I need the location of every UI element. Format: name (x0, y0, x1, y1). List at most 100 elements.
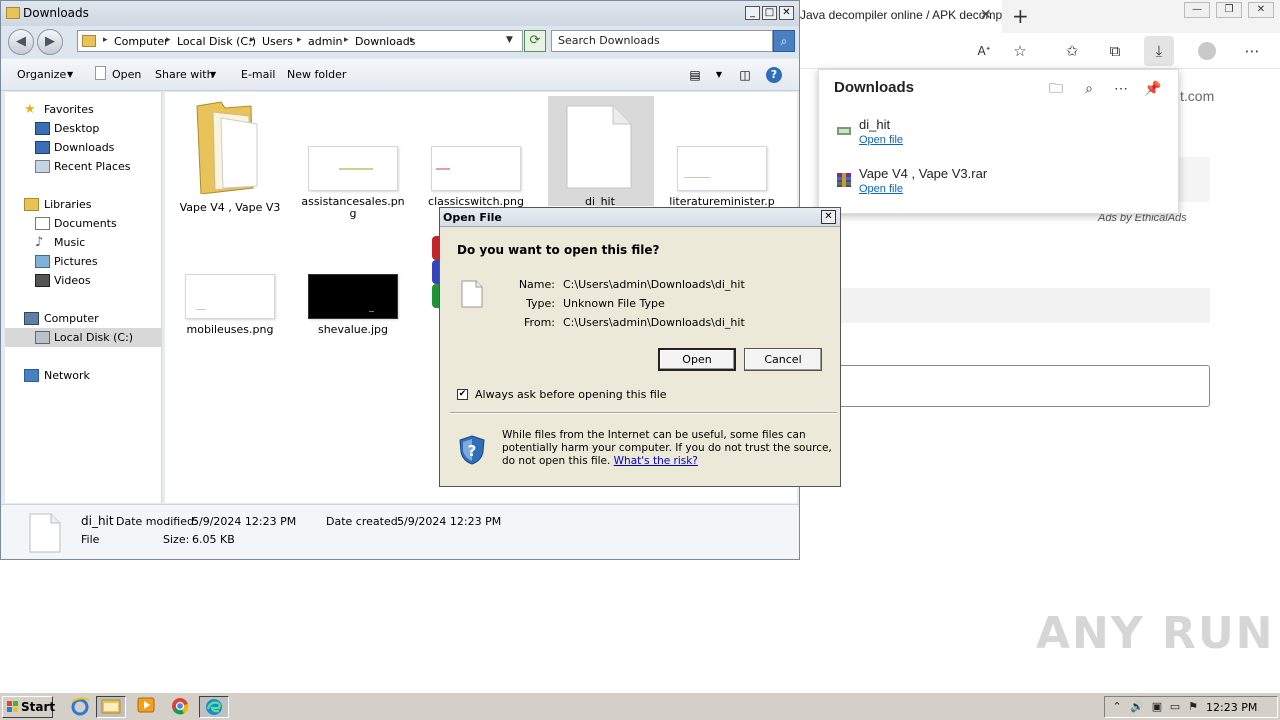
file-item[interactable]: assistancesales.png (298, 98, 408, 228)
volume-icon[interactable]: 🔊 (1130, 700, 1144, 714)
view-options-icon[interactable]: ▤ (687, 67, 703, 83)
close-icon[interactable]: ✕ (779, 6, 794, 20)
search-icon[interactable]: ⌕ (773, 30, 795, 52)
dialog-close-icon[interactable]: ✕ (821, 210, 836, 224)
search-input[interactable]: Search Downloads (551, 30, 773, 52)
chevron-right-icon[interactable]: ▸ (250, 35, 255, 45)
nav-local-disk[interactable]: Local Disk (C:) (5, 328, 162, 347)
nav-downloads[interactable]: Downloads (5, 138, 162, 157)
file-item[interactable]: Vape V4 , Vape V3 (175, 98, 285, 218)
breadcrumb-downloads[interactable]: Downloads (355, 35, 415, 48)
nav-label: Local Disk (C:) (54, 331, 134, 344)
nav-desktop[interactable]: Desktop (5, 119, 162, 138)
breadcrumb-local-disk[interactable]: Local Disk (C:) (177, 35, 256, 48)
nav-network[interactable]: Network (5, 366, 162, 385)
always-ask-checkbox[interactable]: ✔ (457, 389, 468, 400)
chevron-down-icon[interactable]: ▼ (506, 35, 513, 45)
file-item[interactable]: mobileuses.png (175, 226, 285, 336)
download-item[interactable]: Vape V4 , Vape V3.rar Open file (834, 166, 1164, 202)
open-button[interactable]: Open (658, 348, 736, 371)
open-file-link[interactable]: Open file (859, 134, 903, 146)
network-icon[interactable]: ▣ (1150, 700, 1164, 714)
tab-close-icon[interactable]: ✕ (980, 6, 992, 23)
breadcrumb-admin[interactable]: admin (308, 35, 342, 48)
dialog-titlebar[interactable]: Open File ✕ (440, 208, 840, 227)
file-item[interactable]: shevalue.jpg (298, 226, 408, 336)
internet-explorer-icon[interactable] (65, 696, 95, 718)
organize-button[interactable]: Organize (17, 68, 66, 81)
collections-icon[interactable]: ⧉ (1105, 41, 1125, 61)
file-explorer-icon[interactable] (96, 696, 126, 718)
details-file-name: di_hit (81, 514, 114, 528)
browser-close-icon[interactable]: ✕ (1248, 2, 1274, 18)
edge-icon[interactable] (199, 696, 229, 718)
favorites-icon[interactable]: ✩ (1062, 41, 1082, 61)
nav-music[interactable]: ♪ Music (5, 233, 162, 252)
add-favorite-icon[interactable]: ☆ (1010, 41, 1030, 61)
page-upload-box[interactable] (836, 365, 1210, 407)
explorer-titlebar[interactable]: Downloads _ □ ✕ (1, 1, 799, 26)
download-item[interactable]: di_hit Open file (834, 117, 1164, 153)
browser-restore-icon[interactable]: ❐ (1216, 2, 1242, 18)
new-tab-icon[interactable]: + (1012, 4, 1029, 28)
browser-tab[interactable]: Java decompiler online / APK decompiler … (796, 0, 1002, 33)
chrome-icon[interactable] (165, 696, 195, 718)
pin-icon[interactable]: 📌 (1144, 79, 1162, 97)
more-options-icon[interactable]: ⋯ (1112, 79, 1130, 97)
nav-libraries[interactable]: Libraries (5, 195, 162, 214)
nav-recent-places[interactable]: Recent Places (5, 157, 162, 176)
browser-minimize-icon[interactable]: — (1184, 2, 1210, 18)
breadcrumb-users[interactable]: Users (262, 35, 293, 48)
whats-the-risk-link[interactable]: What's the risk? (614, 455, 698, 467)
open-file-link[interactable]: Open file (859, 183, 903, 195)
cancel-button[interactable]: Cancel (744, 348, 822, 371)
breadcrumb-computer[interactable]: Computer (114, 35, 169, 48)
help-icon[interactable]: ? (766, 67, 782, 83)
maximize-icon[interactable]: □ (762, 6, 777, 20)
back-arrow-icon[interactable]: ◀ (8, 29, 34, 55)
profile-avatar-icon[interactable] (1198, 42, 1216, 60)
nav-documents[interactable]: Documents (5, 214, 162, 233)
nav-label: Downloads (54, 141, 115, 154)
chevron-right-icon[interactable]: ▸ (166, 35, 171, 45)
refresh-icon[interactable]: ⟳ (524, 30, 546, 52)
search-icon[interactable]: ⌕ (1080, 79, 1098, 97)
details-pane: di_hit Date modified: 5/9/2024 12:23 PM … (1, 504, 799, 559)
chevron-right-icon[interactable]: ▸ (297, 35, 302, 45)
file-item[interactable]: classicswitch.png (421, 98, 531, 218)
chevron-down-icon[interactable]: ▼ (67, 70, 73, 79)
nav-pictures[interactable]: Pictures (5, 252, 162, 271)
minimize-icon[interactable]: _ (745, 6, 760, 20)
display-icon[interactable]: ▭ (1168, 700, 1182, 714)
clock[interactable]: 12:23 PM (1206, 701, 1257, 714)
downloads-icon[interactable]: ⤓ (1144, 36, 1174, 66)
forward-arrow-icon[interactable]: ▶ (37, 29, 63, 55)
chevron-down-icon[interactable]: ▼ (711, 67, 727, 83)
chevron-right-icon[interactable]: ▸ (103, 35, 108, 45)
preview-pane-icon[interactable]: ◫ (737, 67, 753, 83)
read-aloud-icon[interactable]: Aᐩ (974, 41, 994, 61)
email-button[interactable]: E-mail (241, 68, 276, 81)
name-label: Name: (518, 278, 555, 291)
new-folder-button[interactable]: New folder (287, 68, 346, 81)
address-box[interactable]: ▸ Computer ▸ Local Disk (C:) ▸ Users ▸ a… (77, 30, 523, 52)
videos-icon (35, 274, 50, 287)
start-button[interactable]: Start (2, 696, 55, 718)
share-with-button[interactable]: Share with (155, 68, 214, 81)
file-item-selected[interactable]: di_hit (545, 98, 655, 218)
file-item[interactable]: literatureminister.p (667, 98, 777, 218)
chevron-down-icon[interactable]: ▼ (210, 70, 216, 79)
nav-computer[interactable]: Computer (5, 309, 162, 328)
chevron-right-icon[interactable]: ▸ (344, 35, 349, 45)
warning-text: While files from the Internet can be use… (502, 429, 832, 468)
chevron-right-icon[interactable]: ▸ (410, 35, 415, 45)
more-menu-icon[interactable]: ⋯ (1242, 41, 1262, 61)
media-player-icon[interactable] (131, 696, 161, 718)
action-center-flag-icon[interactable]: ⚑ (1186, 700, 1200, 714)
chevron-up-icon[interactable]: ⌃ (1110, 700, 1124, 714)
always-ask-label[interactable]: Always ask before opening this file (475, 388, 667, 401)
open-folder-icon[interactable]: 🗀 (1047, 79, 1065, 97)
open-button[interactable]: Open (112, 68, 141, 81)
nav-favorites[interactable]: ★ Favorites (5, 100, 162, 119)
nav-videos[interactable]: Videos (5, 271, 162, 290)
